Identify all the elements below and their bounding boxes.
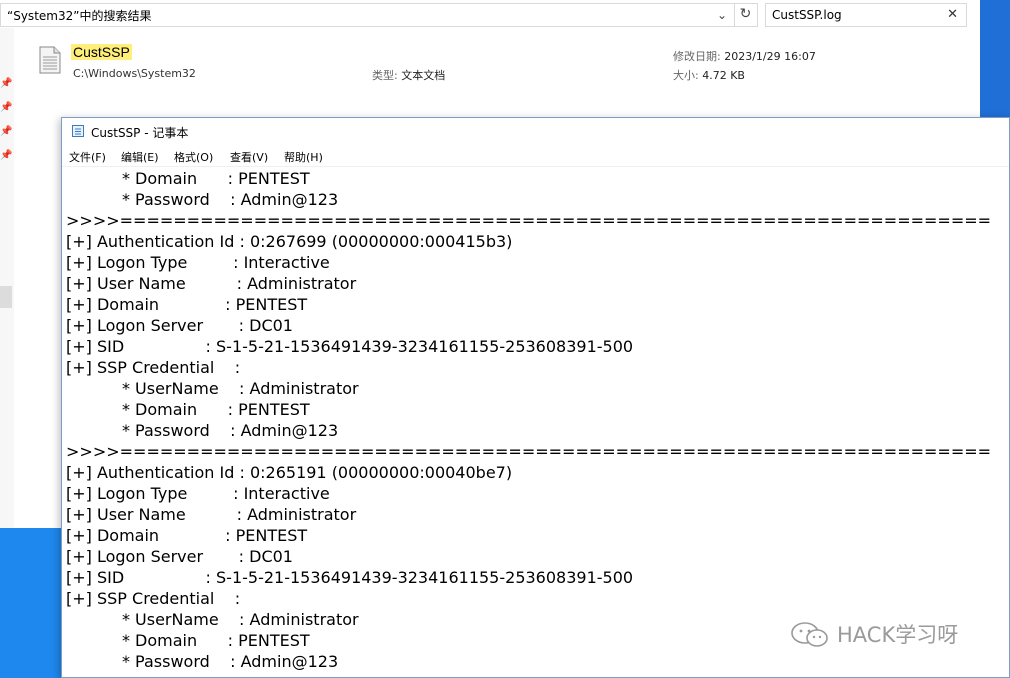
notepad-titlebar[interactable]: CustSSP - 记事本 — [62, 118, 1009, 145]
modified-date-value: 2023/1/29 16:07 — [724, 50, 816, 63]
pin-icon[interactable]: 📌 — [0, 78, 12, 89]
file-type-value: 文本文档 — [401, 69, 446, 82]
navigation-pane: 📌 📌 📌 📌 — [0, 28, 14, 528]
file-type: 类型: 文本文档 — [372, 67, 445, 83]
text-line: >>>>====================================… — [66, 211, 992, 230]
text-line: [+] SSP Credential : — [66, 589, 241, 608]
text-file-icon — [39, 46, 61, 74]
text-line: * Domain : PENTEST — [66, 169, 310, 188]
text-line: [+] Logon Type : Interactive — [66, 484, 330, 503]
wechat-logo-icon — [791, 622, 828, 647]
address-bar[interactable]: “System32”中的搜索结果 ⌄ — [0, 3, 758, 27]
pin-icon[interactable]: 📌 — [0, 150, 12, 161]
search-input[interactable]: CustSSP.log ✕ — [765, 3, 967, 27]
modified-date-label: 修改日期: — [673, 50, 721, 63]
text-editor-area[interactable]: * Domain : PENTEST * Password : Admin@12… — [66, 168, 1006, 678]
nav-selected-item[interactable] — [0, 286, 12, 308]
text-line: [+] SID : S-1-5-21-1536491439-3234161155… — [66, 337, 634, 356]
menu-bar: 文件(F) 编辑(E) 格式(O) 查看(V) 帮助(H) — [62, 145, 1009, 167]
menu-edit[interactable]: 编辑(E) — [121, 149, 159, 165]
text-line: [+] User Name : Administrator — [66, 274, 357, 293]
file-type-label: 类型: — [372, 69, 398, 82]
text-line: [+] Logon Server : DC01 — [66, 316, 293, 335]
file-size-value: 4.72 KB — [702, 69, 745, 82]
text-line: * Password : Admin@123 — [66, 421, 339, 440]
close-icon[interactable]: ✕ — [947, 7, 958, 22]
text-line: [+] Logon Type : Interactive — [66, 253, 330, 272]
modified-date: 修改日期: 2023/1/29 16:07 — [673, 48, 816, 64]
notepad-icon — [72, 125, 84, 137]
pin-icon[interactable]: 📌 — [0, 102, 12, 113]
text-line: * UserName : Administrator — [66, 379, 359, 398]
menu-view[interactable]: 查看(V) — [230, 149, 268, 165]
text-line: [+] SID : S-1-5-21-1536491439-3234161155… — [66, 568, 634, 587]
text-line: * Domain : PENTEST — [66, 631, 310, 650]
chevron-down-icon[interactable]: ⌄ — [717, 8, 727, 22]
search-result-path: C:\Windows\System32 — [73, 67, 196, 80]
watermark-text: HACK学习呀 — [837, 623, 959, 647]
menu-file[interactable]: 文件(F) — [69, 149, 106, 165]
text-line: * Password : Admin@123 — [66, 652, 339, 671]
refresh-icon: ↻ — [739, 6, 752, 22]
menu-format[interactable]: 格式(O) — [174, 149, 213, 165]
menu-help[interactable]: 帮助(H) — [284, 149, 323, 165]
window-title: CustSSP - 记事本 — [91, 126, 189, 140]
text-line: [+] Domain : PENTEST — [66, 526, 308, 545]
text-line: >>>>====================================… — [66, 442, 992, 461]
search-result-name[interactable]: CustSSP — [71, 44, 132, 60]
text-line: [+] Authentication Id : 0:265191 (000000… — [66, 463, 513, 482]
text-line: [+] Domain : PENTEST — [66, 295, 308, 314]
search-query: CustSSP.log — [772, 8, 842, 22]
text-line: * Password : Admin@123 — [66, 190, 339, 209]
file-size-label: 大小: — [673, 69, 699, 82]
notepad-window: CustSSP - 记事本 文件(F) 编辑(E) 格式(O) 查看(V) 帮助… — [61, 117, 1010, 678]
text-line: [+] SSP Credential : — [66, 358, 241, 377]
text-line: [+] User Name : Administrator — [66, 505, 357, 524]
address-text: “System32”中的搜索结果 — [7, 9, 152, 23]
text-line: [+] Authentication Id : 0:267699 (000000… — [66, 232, 513, 251]
refresh-button[interactable]: ↻ — [734, 3, 756, 27]
pin-icon[interactable]: 📌 — [0, 126, 12, 137]
desktop-background-bottom — [0, 528, 64, 678]
text-line: * UserName : Administrator — [66, 610, 359, 629]
file-size: 大小: 4.72 KB — [673, 67, 745, 83]
text-line: * Domain : PENTEST — [66, 400, 310, 419]
text-line: [+] Logon Server : DC01 — [66, 547, 293, 566]
